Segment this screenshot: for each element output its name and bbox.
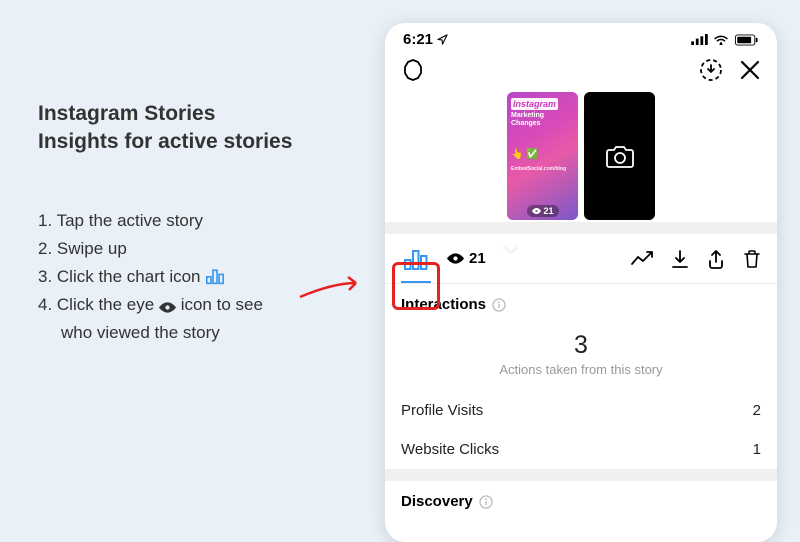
eye-icon — [447, 253, 464, 264]
save-story-icon[interactable] — [699, 58, 723, 82]
page-title-line2: Insights for active stories — [38, 130, 292, 153]
status-bar: 6:21 — [385, 23, 777, 52]
wifi-icon — [713, 34, 729, 45]
add-story-button[interactable] — [584, 92, 655, 220]
settings-icon[interactable] — [401, 58, 425, 82]
status-time: 6:21 — [403, 31, 433, 48]
story-emojis: 👆 ✅ — [511, 149, 574, 160]
actions-subtitle: Actions taken from this story — [401, 362, 761, 377]
signal-icon — [691, 34, 708, 45]
step-2: 2. Swipe up — [38, 235, 368, 263]
step-4: 4. Click the eye icon to see who viewed … — [38, 291, 368, 347]
metric-row-profile-visits: Profile Visits 2 — [385, 391, 777, 430]
page-title-line1: Instagram Stories — [38, 102, 215, 125]
story-thumbnail[interactable]: Instagram Marketing Changes 👆 ✅ EmbedSoc… — [507, 92, 578, 220]
metric-value: 2 — [753, 402, 761, 419]
thumbnail-pointer — [504, 245, 518, 252]
promote-icon[interactable] — [631, 251, 653, 267]
views-count: 21 — [469, 250, 486, 267]
eye-icon — [159, 302, 176, 313]
metric-label: Website Clicks — [401, 441, 499, 458]
discovery-header: Discovery — [401, 493, 473, 510]
story-bloglink: EmbedSocial.com/blog — [511, 166, 574, 172]
step-1: 1. Tap the active story — [38, 207, 368, 235]
tab-insights[interactable] — [401, 247, 431, 283]
story-brand: Instagram — [511, 98, 558, 110]
location-icon — [437, 34, 448, 45]
metric-label: Profile Visits — [401, 402, 483, 419]
close-icon[interactable] — [739, 59, 761, 81]
battery-icon — [734, 34, 759, 46]
story-headline: Marketing Changes — [511, 112, 574, 127]
interactions-header: Interactions — [401, 296, 486, 313]
phone-mockup: 6:21 — [385, 23, 777, 542]
metric-value: 1 — [753, 441, 761, 458]
download-icon[interactable] — [671, 249, 689, 269]
camera-icon — [605, 143, 635, 169]
share-icon[interactable] — [707, 249, 725, 269]
chart-icon — [205, 267, 225, 285]
metric-row-website-clicks: Website Clicks 1 — [385, 430, 777, 469]
trash-icon[interactable] — [743, 249, 761, 269]
info-icon[interactable] — [479, 495, 493, 509]
actions-count: 3 — [401, 331, 761, 360]
instruction-steps: 1. Tap the active story 2. Swipe up 3. C… — [38, 207, 368, 347]
tab-viewers[interactable]: 21 — [447, 250, 486, 267]
story-view-badge: 21 — [526, 205, 558, 217]
info-icon[interactable] — [492, 298, 506, 312]
step-3: 3. Click the chart icon — [38, 263, 368, 291]
